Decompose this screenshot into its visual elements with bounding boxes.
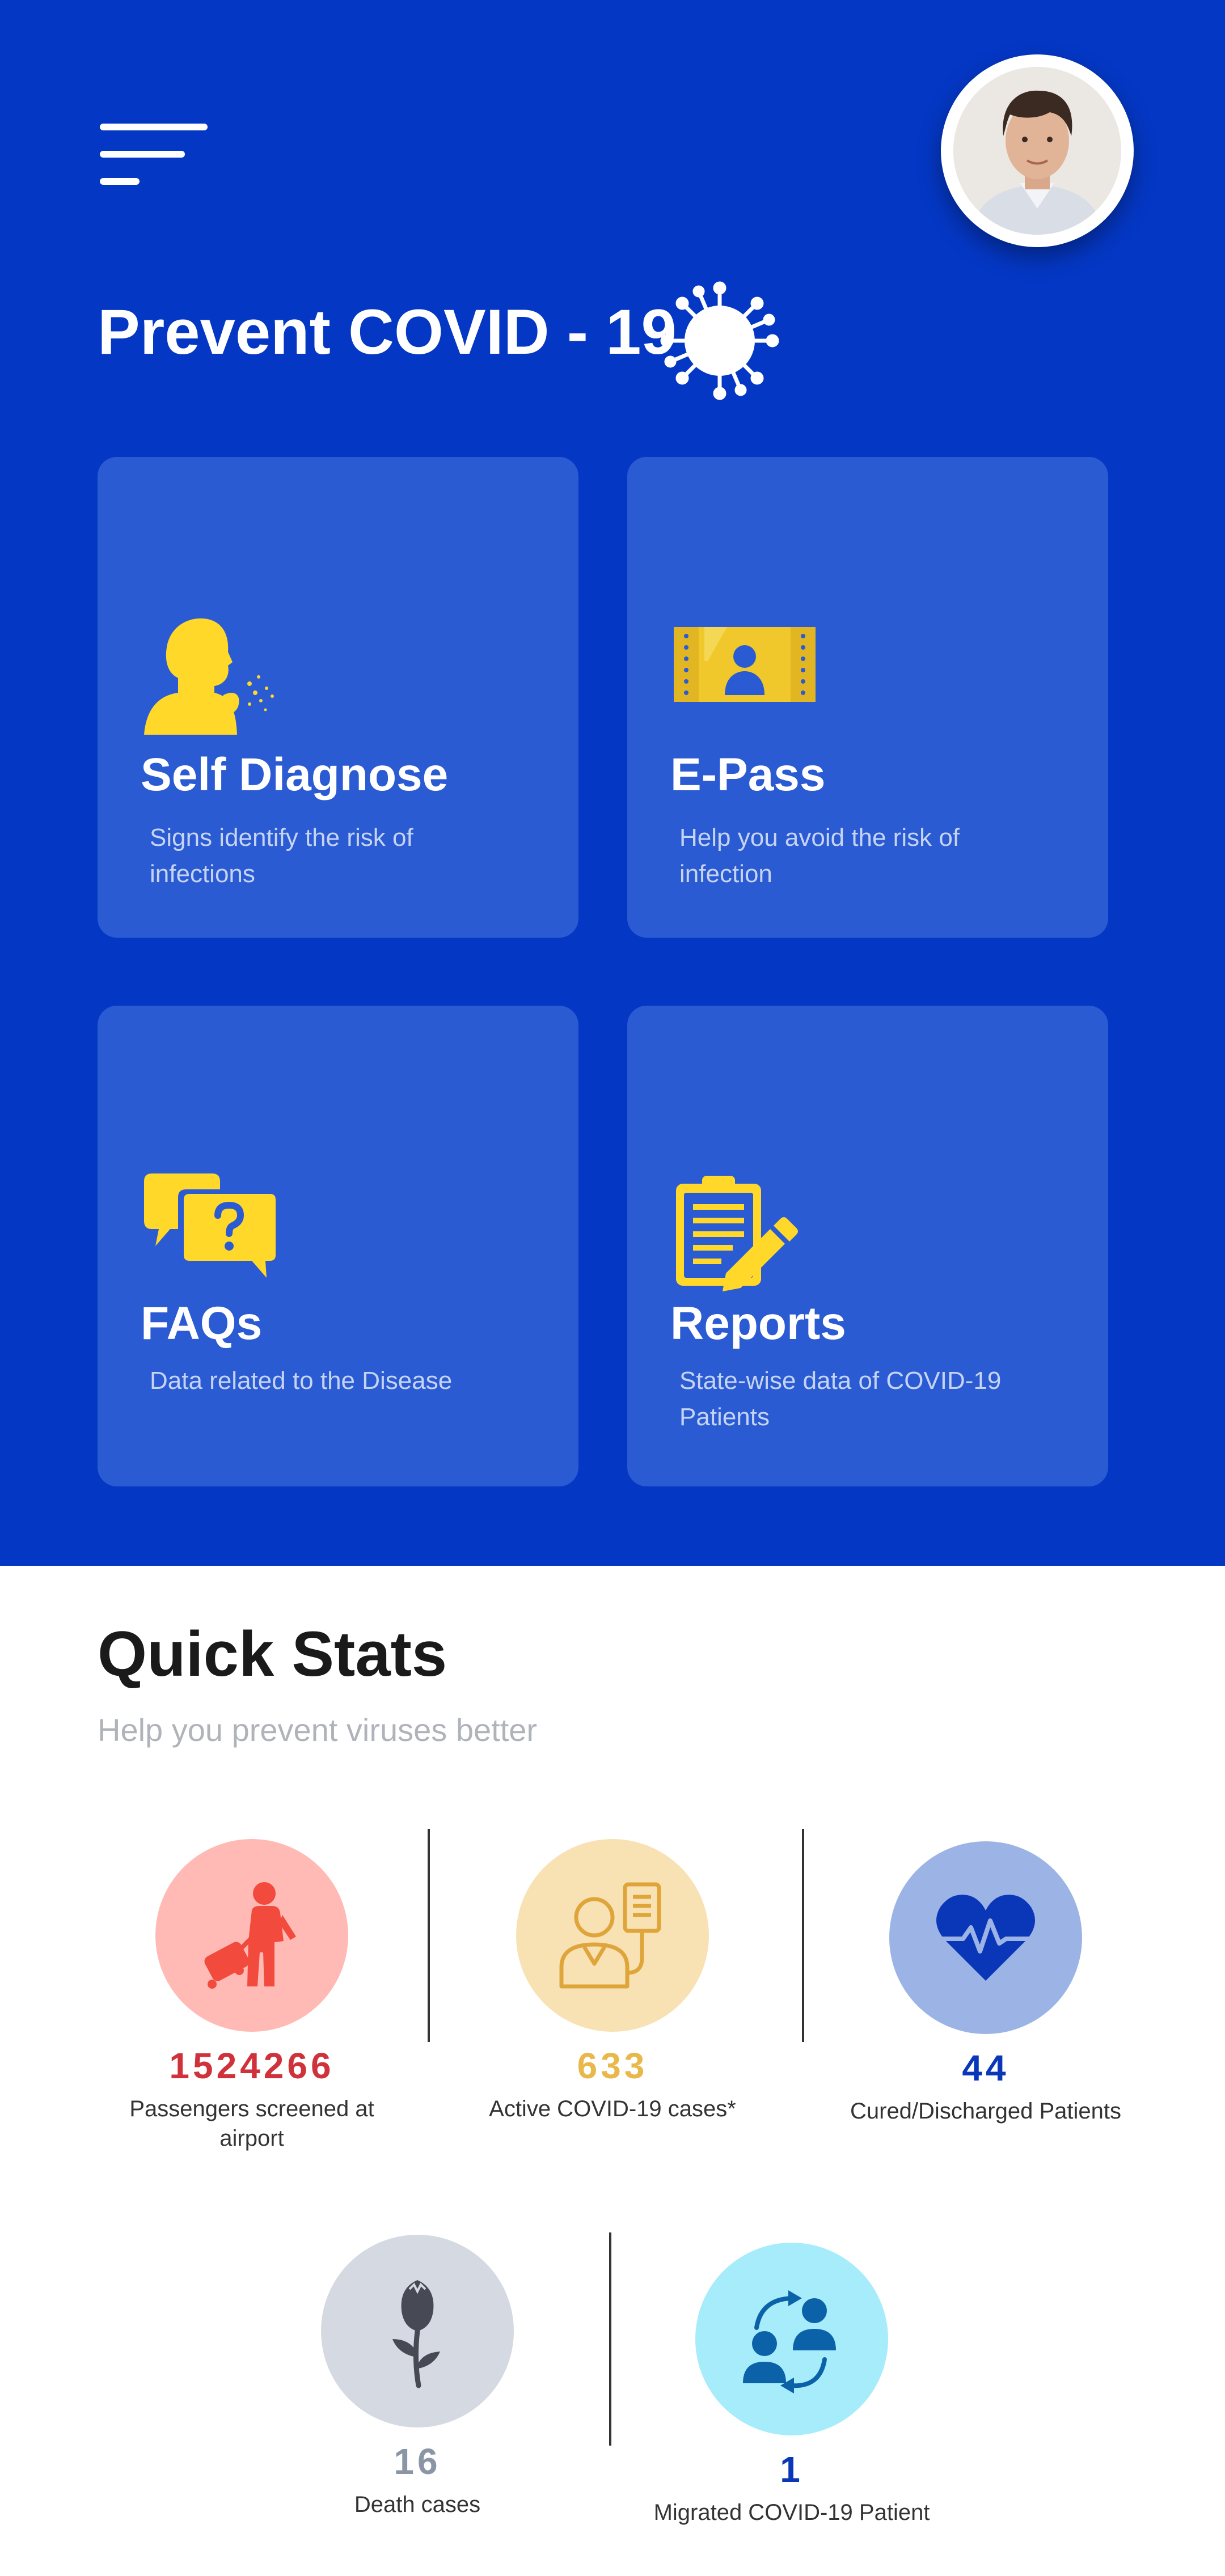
stat-label: Passengers screened at airport xyxy=(129,2096,374,2151)
stat-cured: 44 Cured/Discharged Patients xyxy=(844,1841,1127,2126)
card-title: Reports xyxy=(670,1298,846,1349)
stat-passengers: 1524266 Passengers screened at airport xyxy=(110,1839,394,2153)
card-title: E-Pass xyxy=(670,749,826,800)
card-self-diagnose[interactable]: Self Diagnose Signs identify the risk of… xyxy=(98,457,578,938)
card-subtitle: Data related to the Disease xyxy=(150,1367,453,1395)
card-subtitle: State-wise data of COVID-19 Patients xyxy=(679,1367,1002,1431)
page-title: Prevent COVID - 19 xyxy=(98,296,677,367)
heart-pulse-icon xyxy=(932,1895,1039,1981)
stats-divider xyxy=(609,2232,611,2446)
card-e-pass[interactable]: E-Pass Help you avoid the risk of infect… xyxy=(627,457,1108,938)
stat-value: 44 xyxy=(962,2048,1009,2088)
stat-label: Death cases xyxy=(354,2492,481,2517)
stat-circle xyxy=(695,2243,888,2435)
stats-divider xyxy=(428,1829,430,2042)
card-title: Self Diagnose xyxy=(141,749,449,800)
stats-divider xyxy=(802,1829,804,2042)
stat-circle xyxy=(889,1841,1082,2034)
hero-section: Prevent COVID - 19 Self Diagnose Signs i… xyxy=(0,0,1225,1566)
card-title: FAQs xyxy=(141,1298,263,1349)
stat-value: 1 xyxy=(780,2449,804,2490)
stat-active-cases: 633 Active COVID-19 cases* xyxy=(471,1839,754,2124)
card-subtitle: Signs identify the risk of infections xyxy=(150,824,413,888)
stat-circle xyxy=(516,1839,709,2032)
quick-stats-subtitle: Help you prevent viruses better xyxy=(98,1712,538,1748)
stat-label: Cured/Discharged Patients xyxy=(850,2099,1122,2124)
stat-migrated: 1 Migrated COVID-19 Patient xyxy=(650,2243,933,2527)
stat-deaths: 16 Death cases xyxy=(276,2235,559,2519)
stat-label: Migrated COVID-19 Patient xyxy=(653,2500,930,2525)
stat-circle xyxy=(321,2235,514,2427)
stat-label: Active COVID-19 cases* xyxy=(489,2096,736,2121)
coughing-person-icon xyxy=(138,610,286,735)
card-faqs[interactable]: FAQs Data related to the Disease xyxy=(98,1006,578,1486)
traveler-luggage-icon xyxy=(204,1882,296,1989)
stat-value: 633 xyxy=(577,2045,648,2086)
ticket-icon xyxy=(668,610,816,735)
rose-icon xyxy=(392,2280,440,2388)
stat-value: 1524266 xyxy=(169,2045,335,2086)
quick-stats-title: Quick Stats xyxy=(98,1619,447,1689)
people-exchange-icon xyxy=(743,2290,836,2393)
clipboard-report-icon xyxy=(668,1170,816,1295)
question-chat-icon xyxy=(138,1170,286,1295)
stat-value: 16 xyxy=(394,2441,441,2482)
patient-iv-icon xyxy=(559,1882,661,1989)
card-reports[interactable]: Reports State-wise data of COVID-19 Pati… xyxy=(627,1006,1108,1486)
hamburger-menu-icon[interactable] xyxy=(100,124,208,186)
card-subtitle: Help you avoid the risk of infection xyxy=(679,824,960,888)
avatar-button[interactable] xyxy=(941,54,1134,247)
virus-icon xyxy=(659,280,780,401)
stat-circle xyxy=(155,1839,348,2032)
user-avatar xyxy=(953,67,1121,235)
